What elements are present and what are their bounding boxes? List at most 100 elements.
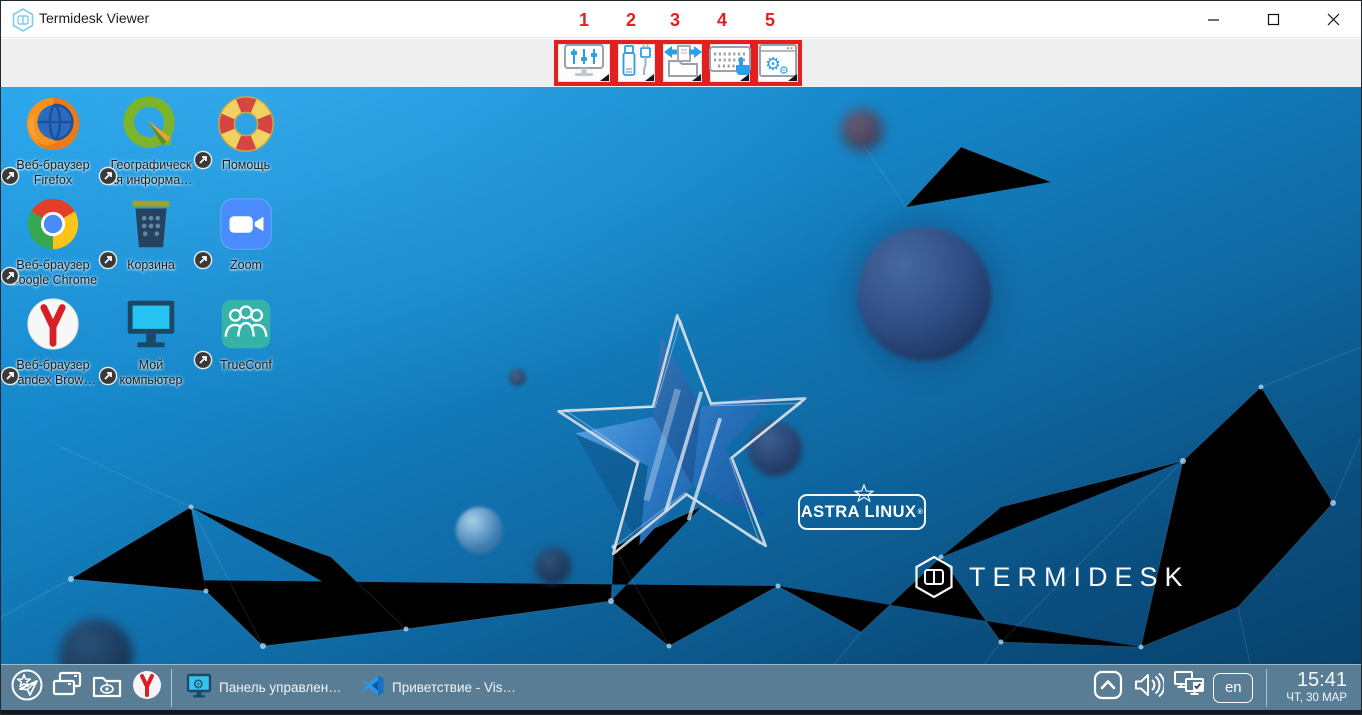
desktop-icon-label: Корзина bbox=[127, 258, 175, 273]
vscode-icon bbox=[361, 674, 385, 701]
tray-volume-button[interactable] bbox=[1131, 668, 1167, 708]
help-lifering-icon bbox=[215, 93, 277, 155]
annotation-number-4: 4 bbox=[712, 10, 732, 31]
file-manager-button[interactable] bbox=[87, 668, 127, 708]
astra-menu-icon bbox=[10, 668, 44, 707]
astra-star-icon bbox=[854, 484, 874, 502]
sphere-decoration bbox=[456, 507, 503, 554]
control-panel-icon: ⚙ bbox=[186, 673, 212, 702]
desktop-icon-label: TrueConf bbox=[220, 358, 272, 373]
keyboard-input-button[interactable] bbox=[710, 44, 750, 82]
shortcut-arrow-icon bbox=[1, 366, 20, 391]
desktop-icon-trash[interactable]: Корзина bbox=[102, 193, 200, 273]
dropdown-arrow-icon[interactable] bbox=[600, 74, 609, 81]
keyboard-layout-indicator[interactable]: en bbox=[1213, 673, 1253, 703]
tray-network-button[interactable] bbox=[1172, 668, 1208, 708]
minimize-button[interactable] bbox=[1190, 1, 1236, 37]
chrome-icon bbox=[22, 193, 84, 255]
dropdown-arrow-icon[interactable] bbox=[692, 74, 701, 81]
host-screen-edge bbox=[1, 710, 1361, 714]
remote-desktop[interactable]: ASTRA LINUX® TERMIDESK bbox=[1, 87, 1361, 668]
task-label: Панель управлен… bbox=[219, 680, 341, 695]
tray-separator bbox=[1266, 669, 1267, 707]
desktop-icon-my-computer[interactable]: Мой компьютер bbox=[102, 293, 200, 389]
termidesk-watermark: TERMIDESK bbox=[913, 555, 1190, 599]
dropdown-arrow-icon[interactable] bbox=[740, 74, 749, 81]
shortcut-arrow-icon bbox=[193, 250, 213, 275]
annotation-number-2: 2 bbox=[621, 10, 641, 31]
session-settings-button[interactable]: ⚙ ⚙ bbox=[758, 44, 798, 82]
file-manager-icon bbox=[91, 670, 123, 705]
termidesk-app-icon bbox=[12, 8, 34, 37]
trueconf-icon bbox=[215, 293, 277, 355]
taskbar: ⚙ Панель управлен… Приветствие - Vis… bbox=[1, 664, 1361, 710]
qgis-icon bbox=[120, 93, 182, 155]
desktop-icon-label: Мой компьютер bbox=[119, 358, 182, 389]
desktop-icon-label: Веб-браузер Google Chrome bbox=[9, 258, 97, 289]
window-list-button[interactable] bbox=[47, 668, 87, 708]
clock-date: ЧТ, 30 МАР bbox=[1286, 692, 1347, 704]
zoom-icon bbox=[215, 193, 277, 255]
task-control-panel[interactable]: ⚙ Панель управлен… bbox=[176, 668, 351, 708]
shortcut-arrow-icon bbox=[98, 166, 118, 191]
desktop-icon-label: Географическ ая информа… bbox=[109, 158, 192, 189]
annotation-box-5: ⚙ ⚙ bbox=[754, 40, 802, 86]
sphere-decoration bbox=[857, 227, 991, 361]
annotation-number-3: 3 bbox=[665, 10, 685, 31]
tray-clock[interactable]: 15:41 ЧТ, 30 МАР bbox=[1286, 670, 1347, 704]
close-button[interactable] bbox=[1310, 1, 1356, 37]
usb-devices-button[interactable] bbox=[618, 44, 655, 82]
sphere-decoration bbox=[841, 109, 883, 151]
my-computer-icon bbox=[120, 293, 182, 355]
astra-menu-button[interactable] bbox=[7, 668, 47, 708]
firefox-icon bbox=[22, 93, 84, 155]
shortcut-arrow-icon bbox=[98, 250, 118, 275]
window-title: Termidesk Viewer bbox=[39, 10, 149, 26]
desktop-icon-chrome[interactable]: Веб-браузер Google Chrome bbox=[4, 193, 102, 289]
task-vscode[interactable]: Приветствие - Vis… bbox=[351, 668, 526, 708]
desktop-icon-label: Zoom bbox=[230, 258, 262, 273]
desktop-icon-yandex-browser[interactable]: Веб-браузер Yandex Brow… bbox=[4, 293, 102, 389]
annotation-box-1 bbox=[554, 40, 614, 86]
shortcut-arrow-icon bbox=[1, 166, 20, 191]
shortcut-arrow-icon bbox=[193, 350, 213, 375]
file-transfer-button[interactable] bbox=[663, 44, 702, 82]
dropdown-arrow-icon[interactable] bbox=[788, 74, 797, 81]
desktop-icon-help[interactable]: Помощь bbox=[197, 93, 295, 173]
annotation-number-5: 5 bbox=[760, 10, 780, 31]
annotation-box-2 bbox=[614, 40, 659, 86]
annotation-box-3 bbox=[659, 40, 706, 86]
dropdown-arrow-icon[interactable] bbox=[645, 74, 654, 81]
desktop-icon-label: Веб-браузер Yandex Brow… bbox=[10, 358, 96, 389]
tray-expand-button[interactable] bbox=[1090, 668, 1126, 708]
yandex-browser-taskbar-button[interactable] bbox=[127, 668, 167, 708]
shortcut-arrow-icon bbox=[193, 150, 213, 175]
display-network-icon bbox=[1173, 670, 1207, 705]
desktop-icon-trueconf[interactable]: TrueConf bbox=[197, 293, 295, 373]
desktop-icon-label: Помощь bbox=[222, 158, 270, 173]
desktop-icon-zoom[interactable]: Zoom bbox=[197, 193, 295, 273]
annotation-box-4 bbox=[706, 40, 754, 86]
trash-icon bbox=[120, 193, 182, 255]
clock-time: 15:41 bbox=[1286, 670, 1347, 691]
yandex-browser-icon bbox=[22, 293, 84, 355]
system-tray: en 15:41 ЧТ, 30 МАР bbox=[1090, 668, 1361, 708]
volume-icon bbox=[1134, 672, 1164, 703]
svg-text:⚙: ⚙ bbox=[193, 678, 205, 693]
yandex-browser-icon bbox=[131, 669, 163, 706]
shortcut-arrow-icon bbox=[1, 266, 20, 291]
display-settings-icon bbox=[563, 43, 605, 84]
maximize-button[interactable] bbox=[1250, 1, 1296, 37]
task-label: Приветствие - Vis… bbox=[392, 680, 516, 695]
astra-reg-mark: ® bbox=[918, 509, 924, 516]
termidesk-watermark-text: TERMIDESK bbox=[969, 562, 1190, 593]
title-bar: Termidesk Viewer 1 2 3 4 5 bbox=[1, 1, 1361, 38]
astra-badge-text: ASTRA LINUX bbox=[801, 503, 917, 522]
desktop-icon-qgis[interactable]: Географическ ая информа… bbox=[102, 93, 200, 189]
chevron-up-icon bbox=[1093, 670, 1123, 705]
desktop-icon-firefox[interactable]: Веб-браузер Firefox bbox=[4, 93, 102, 189]
display-settings-button[interactable] bbox=[558, 44, 610, 82]
window-list-icon bbox=[51, 670, 83, 705]
viewer-toolbar: ⚙ ⚙ bbox=[1, 39, 1361, 87]
sphere-decoration bbox=[509, 369, 526, 386]
